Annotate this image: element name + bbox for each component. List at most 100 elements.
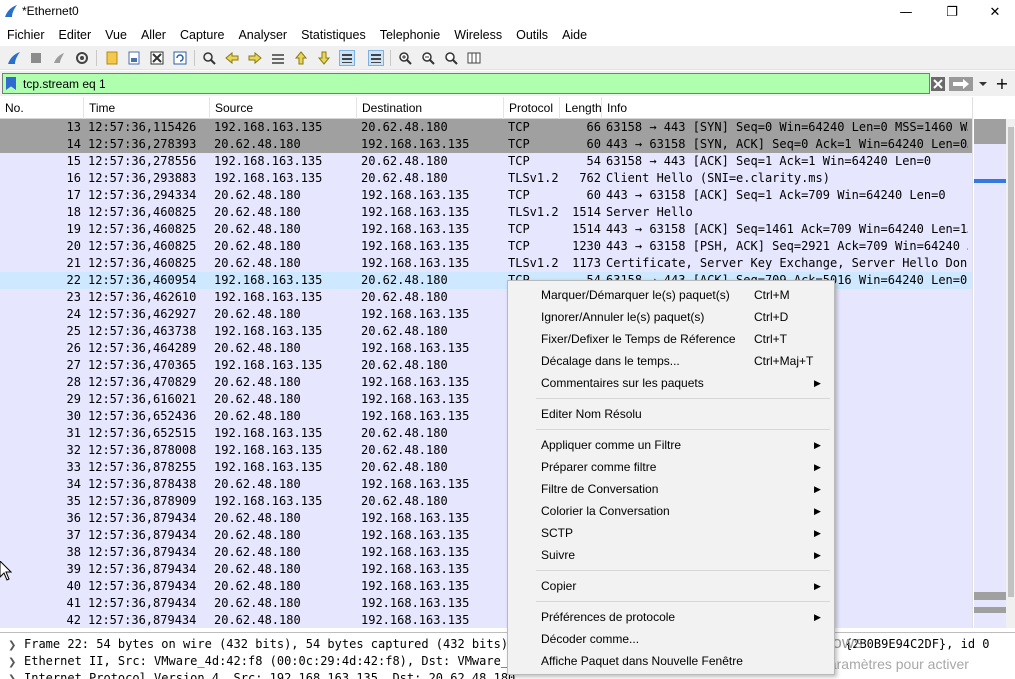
context-menu-item-label: Décoder comme... [541, 632, 640, 646]
menu-editer[interactable]: Editer [52, 28, 99, 42]
detail-frame-tail: {2B0B9E94C2DF}, id 0 [845, 637, 990, 651]
packet-row[interactable]: 13 12:57:36,115426 192.168.163.135 20.62.48… [0, 119, 972, 136]
packet-row[interactable]: 17 12:57:36,294334 20.62.48.180 192.168.163… [0, 187, 972, 204]
packet-time: 12:57:36,460825 [88, 205, 197, 219]
context-menu-item[interactable]: Copier ▶ [508, 575, 834, 597]
context-menu-item[interactable]: Fixer/Defixer le Temps de Réference Ctrl+… [508, 328, 834, 350]
menu-analyser[interactable]: Analyser [231, 28, 294, 42]
packet-time: 12:57:36,878438 [88, 477, 197, 491]
options-gear-icon[interactable] [74, 50, 90, 66]
resize-columns-icon[interactable] [466, 50, 482, 66]
packet-destination: 192.168.163.135 [361, 256, 470, 270]
stop-icon[interactable] [28, 50, 44, 66]
filter-history-dropdown[interactable] [976, 74, 990, 93]
colorize-icon[interactable] [368, 50, 384, 66]
column-header-source[interactable]: Source [210, 97, 357, 119]
packet-number: 28 [66, 375, 81, 389]
context-menu-item[interactable]: Editer Nom Résolu [508, 403, 834, 425]
minimize-icon: — [899, 4, 913, 20]
context-menu-item[interactable]: Commentaires sur les paquets ▶ [508, 372, 834, 394]
packet-row[interactable]: 19 12:57:36,460825 20.62.48.180 192.168.163… [0, 221, 972, 238]
packet-source: 192.168.163.135 [214, 358, 323, 372]
close-file-icon[interactable] [149, 50, 165, 66]
reload-icon[interactable] [172, 50, 188, 66]
packet-protocol: TCP [508, 154, 530, 168]
column-header-info[interactable]: Info [602, 97, 972, 119]
restart-icon[interactable] [51, 50, 67, 66]
chevron-right-icon[interactable]: ❯ [8, 672, 24, 679]
context-menu-item[interactable]: Marquer/Démarquer le(s) paquet(s) Ctrl+M [508, 284, 834, 306]
menu-aide[interactable]: Aide [555, 28, 594, 42]
context-menu-item[interactable]: Décoder comme... [508, 628, 834, 650]
save-file-icon[interactable] [126, 50, 142, 66]
packet-row[interactable]: 15 12:57:36,278556 192.168.163.135 20.62.48… [0, 153, 972, 170]
detail-ip[interactable]: ❯Internet Protocol Version 4, Src: 192.1… [8, 670, 515, 679]
packet-protocol: TCP [508, 239, 530, 253]
column-header-destination[interactable]: Destination [357, 97, 504, 119]
minimize-button[interactable]: — [883, 0, 929, 24]
context-menu-item[interactable]: Filtre de Conversation ▶ [508, 478, 834, 500]
display-filter-input[interactable]: tcp.stream eq 1 [2, 73, 930, 94]
autoscroll-icon[interactable] [339, 50, 355, 66]
menu-outils[interactable]: Outils [509, 28, 555, 42]
zoom-reset-icon[interactable] [443, 50, 459, 66]
context-menu-item[interactable]: Appliquer comme un Filtre ▶ [508, 434, 834, 456]
menu-vue[interactable]: Vue [98, 28, 134, 42]
context-menu-item[interactable]: SCTP ▶ [508, 522, 834, 544]
packet-info: 443 → 63158 [ACK] Seq=1461 Ack=709 Win=6… [606, 222, 968, 236]
packet-list-scrollbar[interactable] [972, 97, 1015, 628]
packet-destination: 192.168.163.135 [361, 188, 470, 202]
forward-icon[interactable] [247, 50, 263, 66]
column-header-protocol[interactable]: Protocol [504, 97, 560, 119]
packet-number: 23 [66, 290, 81, 304]
context-menu-item[interactable]: Décalage dans le temps... Ctrl+Maj+T [508, 350, 834, 372]
zoom-in-icon[interactable] [397, 50, 413, 66]
packet-row[interactable]: 21 12:57:36,460825 20.62.48.180 192.168.163… [0, 255, 972, 272]
packet-number: 20 [66, 239, 81, 253]
apply-filter-button[interactable] [948, 74, 974, 93]
open-folder-icon[interactable] [104, 50, 120, 66]
context-menu-item[interactable]: Affiche Paquet dans Nouvelle Fenêtre [508, 650, 834, 672]
maximize-button[interactable]: ❐ [929, 0, 975, 24]
detail-frame[interactable]: ❯ Frame 22: 54 bytes on wire (432 bits), … [8, 636, 523, 652]
context-menu-item[interactable]: Préparer comme filtre ▶ [508, 456, 834, 478]
context-menu-item[interactable]: Suivre ▶ [508, 544, 834, 566]
filter-bookmark-icon[interactable] [6, 77, 16, 90]
context-menu-item[interactable]: Ignorer/Annuler le(s) paquet(s) Ctrl+D [508, 306, 834, 328]
context-menu-item[interactable]: Colorier la Conversation ▶ [508, 500, 834, 522]
packet-row[interactable]: 16 12:57:36,293883 192.168.163.135 20.62.48… [0, 170, 972, 187]
find-icon[interactable] [201, 50, 217, 66]
context-menu-shortcut: Ctrl+M [754, 288, 790, 302]
chevron-right-icon[interactable]: ❯ [8, 655, 24, 671]
first-packet-icon[interactable] [293, 50, 309, 66]
packet-number: 24 [66, 307, 81, 321]
menu-wireless[interactable]: Wireless [447, 28, 509, 42]
menu-fichier[interactable]: Fichier [0, 28, 52, 42]
packet-row[interactable]: 18 12:57:36,460825 20.62.48.180 192.168.163… [0, 204, 972, 221]
menu-aller[interactable]: Aller [134, 28, 173, 42]
column-header-no[interactable]: No. [0, 97, 84, 119]
column-header-length[interactable]: Length [560, 97, 602, 119]
last-packet-icon[interactable] [316, 50, 332, 66]
packet-minimap[interactable] [974, 119, 1006, 628]
context-menu-item[interactable]: Préférences de protocole ▶ [508, 606, 834, 628]
zoom-out-icon[interactable] [420, 50, 436, 66]
back-icon[interactable] [224, 50, 240, 66]
add-filter-button[interactable]: + [994, 74, 1010, 93]
close-button[interactable]: ✕ [975, 0, 1015, 24]
chevron-right-icon[interactable]: ❯ [8, 638, 24, 654]
goto-packet-icon[interactable] [270, 50, 286, 66]
packet-row[interactable]: 14 12:57:36,278393 20.62.48.180 192.168.163… [0, 136, 972, 153]
packet-row[interactable]: 20 12:57:36,460825 20.62.48.180 192.168.163… [0, 238, 972, 255]
packet-time: 12:57:36,462927 [88, 307, 197, 321]
packet-protocol: TLSv1.2 [508, 205, 559, 219]
vertical-scrollbar-thumb[interactable] [1008, 127, 1014, 597]
menu-statistiques[interactable]: Statistiques [294, 28, 373, 42]
clear-filter-button[interactable] [930, 74, 946, 93]
column-header-time[interactable]: Time [84, 97, 210, 119]
menu-telephonie[interactable]: Telephonie [373, 28, 447, 42]
shark-fin-start-icon[interactable] [6, 50, 22, 66]
menu-capture[interactable]: Capture [173, 28, 231, 42]
detail-ethernet[interactable]: ❯ Ethernet II, Src: VMware_4d:42:f8 (00:0… [8, 653, 523, 669]
packet-destination: 192.168.163.135 [361, 613, 470, 627]
